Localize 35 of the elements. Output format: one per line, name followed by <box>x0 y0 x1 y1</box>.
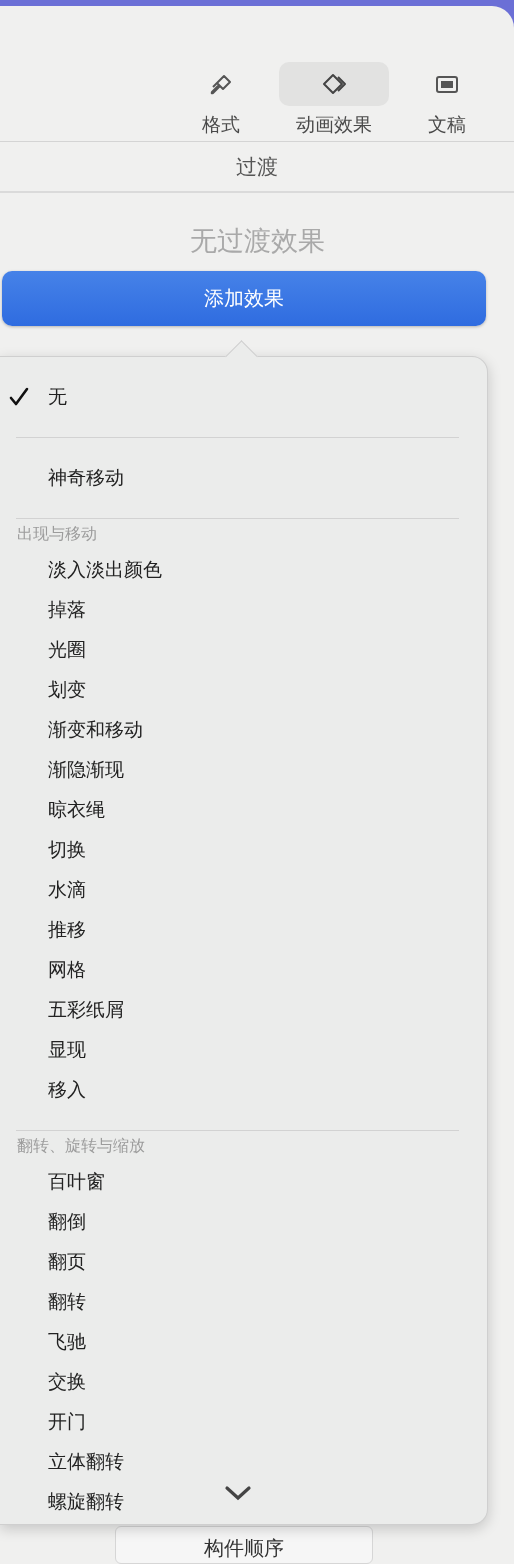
menu-item[interactable]: 交换 <box>0 1362 487 1403</box>
menu-item[interactable]: 五彩纸屑 <box>0 990 487 1031</box>
section-title: 过渡 <box>236 153 278 181</box>
menu-item[interactable]: 渐变和移动 <box>0 710 487 751</box>
menu-item[interactable]: 开门 <box>0 1402 487 1443</box>
menu-item[interactable]: 移入 <box>0 1070 487 1111</box>
menu-item[interactable]: 神奇移动 <box>0 458 487 499</box>
menu-item[interactable]: 翻转 <box>0 1282 487 1323</box>
build-order-button[interactable]: 构件顺序 <box>115 1526 373 1564</box>
status-text: 无过渡效果 <box>189 225 325 257</box>
menu-section-header: 出现与移动 <box>17 524 97 546</box>
menu-item[interactable]: 显现 <box>0 1030 487 1071</box>
menu-item[interactable]: 翻页 <box>0 1242 487 1283</box>
add-effect-button[interactable]: 添加效果 <box>2 271 486 327</box>
menu-item[interactable]: 飞驰 <box>0 1322 487 1363</box>
menu-item[interactable]: 立体翻转 <box>0 1442 487 1483</box>
menu-item[interactable]: 渐隐渐现 <box>0 750 487 791</box>
menu-item[interactable]: 推移 <box>0 910 487 951</box>
menu-item[interactable]: 翻倒 <box>0 1202 487 1243</box>
menu-section-header: 翻转、旋转与缩放 <box>17 1136 145 1158</box>
menu-item[interactable]: 螺旋翻转 <box>0 1482 487 1523</box>
menu-item[interactable]: 无 <box>0 377 487 418</box>
menu-item[interactable]: 水滴 <box>0 870 487 911</box>
menu-item[interactable]: 划变 <box>0 670 487 711</box>
menu-item[interactable]: 淡入淡出颜色 <box>0 550 487 591</box>
diamonds-icon <box>320 72 348 96</box>
menu-item[interactable]: 百叶窗 <box>0 1162 487 1203</box>
menu-item[interactable]: 掉落 <box>0 590 487 631</box>
menu-item[interactable]: 晾衣绳 <box>0 790 487 831</box>
menu-item[interactable]: 网格 <box>0 950 487 991</box>
toolbar-tab[interactable]: 格式 <box>166 62 276 141</box>
menu-item[interactable]: 切换 <box>0 830 487 871</box>
toolbar-tab[interactable]: 文稿 <box>392 62 502 141</box>
chevron-down-icon[interactable] <box>224 1484 252 1503</box>
menu-item[interactable]: 光圈 <box>0 630 487 671</box>
